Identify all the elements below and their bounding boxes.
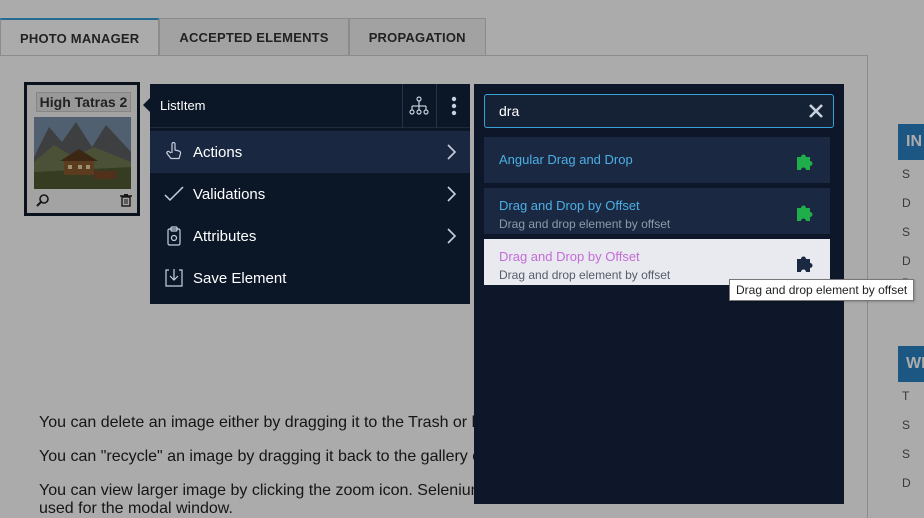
hand-pointer-icon [164, 142, 184, 162]
action-search-field[interactable] [484, 94, 834, 128]
context-menu-header: ListItem [150, 84, 470, 128]
context-menu-item-actions[interactable]: Actions [150, 131, 470, 173]
search-result-subtitle: Drag and drop element by offset [499, 217, 671, 231]
search-result-item[interactable]: Drag and Drop by Offset Drag and drop el… [484, 188, 830, 234]
clipboard-icon [164, 226, 184, 246]
context-menu: ListItem Actions Validations Attributes [150, 84, 470, 304]
chevron-right-icon [444, 144, 458, 160]
close-icon[interactable] [807, 102, 825, 120]
puzzle-icon [795, 202, 815, 222]
search-result-item[interactable]: Angular Drag and Drop [484, 137, 830, 183]
puzzle-icon [795, 253, 815, 273]
search-result-title: Drag and Drop by Offset [499, 198, 640, 213]
puzzle-icon [795, 151, 815, 171]
search-result-subtitle: Drag and drop element by offset [499, 268, 671, 282]
context-menu-item-validations[interactable]: Validations [150, 173, 470, 215]
search-result-title: Drag and Drop by Offset [499, 249, 640, 264]
context-menu-item-label: Save Element [193, 269, 287, 287]
context-menu-item-label: Attributes [193, 227, 257, 245]
context-menu-item-label: Validations [193, 185, 266, 203]
context-menu-item-attributes[interactable]: Attributes [150, 215, 470, 257]
context-menu-item-label: Actions [193, 143, 243, 161]
context-menu-title: ListItem [160, 98, 206, 113]
search-result-title: Angular Drag and Drop [499, 152, 633, 167]
save-icon [164, 268, 184, 288]
tooltip: Drag and drop element by offset [729, 279, 915, 301]
check-icon [164, 184, 184, 204]
action-search-input[interactable] [485, 95, 803, 127]
hierarchy-icon[interactable] [402, 84, 435, 128]
chevron-right-icon [444, 228, 458, 244]
more-vertical-icon[interactable] [436, 84, 470, 128]
chevron-right-icon [444, 186, 458, 202]
context-menu-item-save-element[interactable]: Save Element [150, 257, 470, 299]
